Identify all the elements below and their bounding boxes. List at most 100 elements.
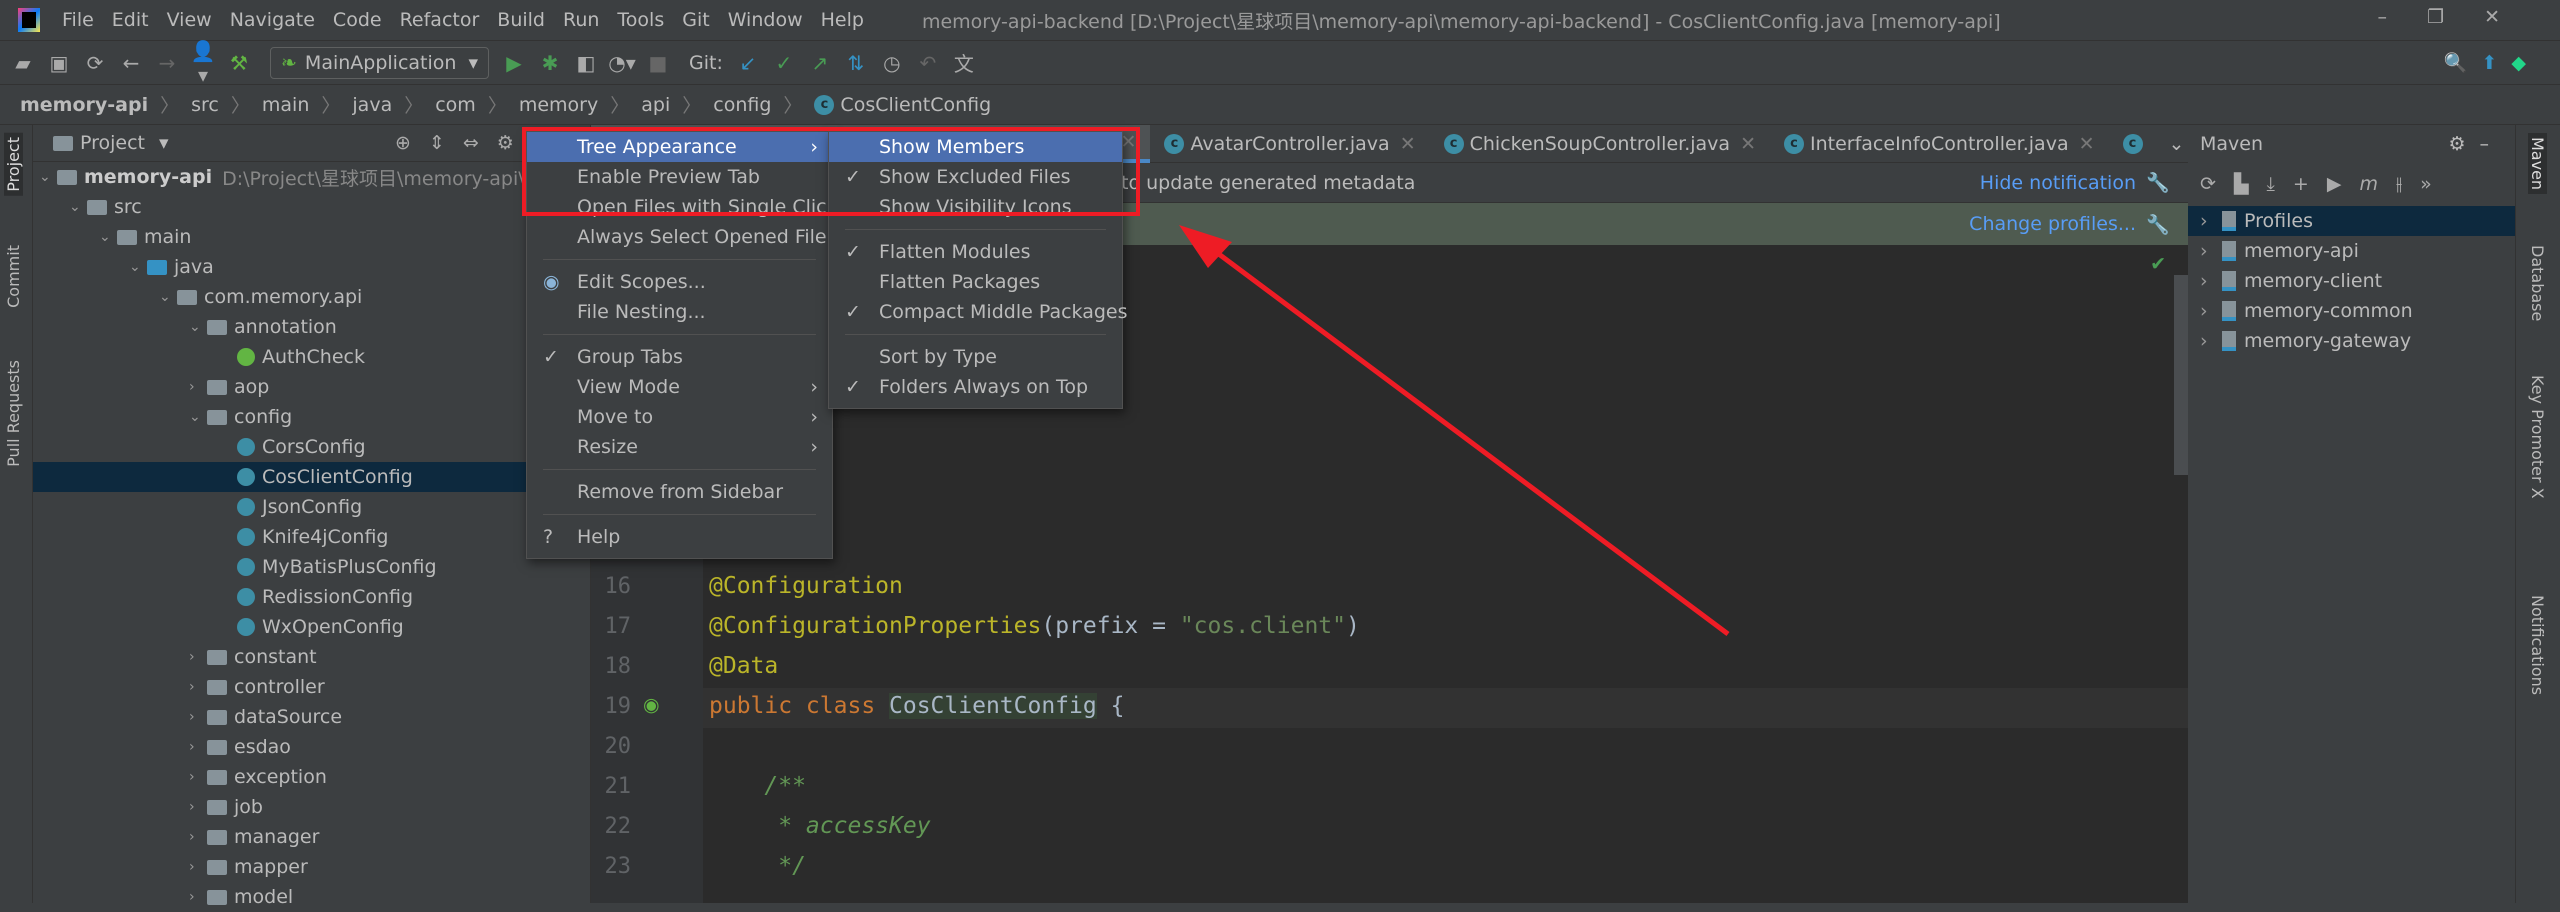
coverage-icon[interactable]: ◧ [571, 51, 601, 75]
close-icon[interactable]: ✕ [2079, 133, 2095, 155]
tree-item[interactable]: › model [33, 882, 590, 912]
menu-run[interactable]: Run [563, 9, 599, 31]
back-icon[interactable]: ← [116, 51, 146, 75]
change-profiles-link[interactable]: Change profiles... [1969, 213, 2136, 235]
tool-maven[interactable]: Maven [2528, 133, 2547, 195]
menu-item-move-to[interactable]: Move to › [527, 402, 832, 432]
tree-item[interactable]: › manager [33, 822, 590, 852]
run-icon[interactable]: ▶ [499, 51, 529, 75]
tree-item[interactable]: RedissionConfig [33, 582, 590, 612]
editor-tab[interactable]: c ChickenSoupController.java ✕ [1430, 125, 1770, 163]
chevron-down-icon[interactable]: ▾ [159, 132, 169, 154]
maven-item[interactable]: › memory-gateway [2188, 326, 2515, 356]
tool-project[interactable]: Project [4, 133, 23, 196]
menu-file[interactable]: File [62, 9, 94, 31]
chevron-down-icon[interactable]: ⌄ [2169, 133, 2185, 155]
menu-item-sort-by-type[interactable]: Sort by Type [829, 342, 1122, 372]
forward-icon[interactable]: → [152, 51, 182, 75]
tree-item[interactable]: › job [33, 792, 590, 822]
tree-item[interactable]: › dataSource [33, 702, 590, 732]
tree-item[interactable]: › aop [33, 372, 590, 402]
tree-item[interactable]: Knife4jConfig [33, 522, 590, 552]
menu-edit[interactable]: Edit [112, 9, 149, 31]
git-commit-icon[interactable]: ✓ [769, 51, 799, 75]
stop-icon[interactable]: ■ [643, 51, 673, 75]
menu-item-compact-middle-packages[interactable]: ✓ Compact Middle Packages [829, 297, 1128, 327]
maven-item[interactable]: › memory-common [2188, 296, 2515, 326]
breadcrumb-item[interactable]: api [641, 94, 670, 116]
history-icon[interactable]: ◷ [877, 51, 907, 75]
sync-icon[interactable]: ⟳ [80, 51, 110, 75]
debug-icon[interactable]: ✱ [535, 51, 565, 75]
rollback-icon[interactable]: ↶ [913, 51, 943, 75]
maven-toolbar[interactable]: ⟳▙⤓+▶ m ⫲» [2188, 162, 2515, 206]
panel-title[interactable]: Project [80, 132, 145, 154]
tree-item[interactable]: › mapper [33, 852, 590, 882]
tree-item[interactable]: MyBatisPlusConfig [33, 552, 590, 582]
breadcrumb-item[interactable]: java [352, 94, 392, 116]
breadcrumb-item[interactable]: memory-api [20, 94, 148, 116]
wrench-icon[interactable]: 🔧 [2146, 171, 2170, 194]
tool-key-promoter[interactable]: Key Promoter X [2528, 375, 2547, 499]
tree-item[interactable]: CosClientConfig [33, 462, 590, 492]
breadcrumb-item[interactable]: src [191, 94, 219, 116]
menu-code[interactable]: Code [333, 9, 382, 31]
tree-item[interactable]: WxOpenConfig [33, 612, 590, 642]
tree-item[interactable]: › controller [33, 672, 590, 702]
run-configuration-select[interactable]: ❧ MainApplication ▾ [270, 46, 489, 79]
spring-bean-icon[interactable]: ◉ [643, 694, 660, 716]
close-icon[interactable]: ✕ [1400, 133, 1416, 155]
menu-item-help[interactable]: ? Help [527, 522, 832, 552]
search-icon[interactable]: 🔍⬆◆ [2444, 51, 2540, 74]
tool-notifications[interactable]: Notifications [2528, 595, 2547, 695]
tree-item[interactable]: › exception [33, 762, 590, 792]
breadcrumb-item[interactable]: CosClientConfig [840, 94, 991, 116]
menu-item-flatten-modules[interactable]: ✓ Flatten Modules [829, 237, 1122, 267]
menu-item-flatten-packages[interactable]: Flatten Packages [829, 267, 1122, 297]
menu-item-always-select-opened-file[interactable]: Always Select Opened File [527, 222, 832, 252]
tree-item[interactable]: ⌄ config [33, 402, 590, 432]
maven-item[interactable]: › memory-client [2188, 266, 2515, 296]
editor-tab[interactable]: c InterfaceInfoController.java ✕ [1770, 125, 2109, 163]
breadcrumb-item[interactable]: memory [519, 94, 598, 116]
gear-icon[interactable]: ⚙– [2448, 133, 2503, 155]
git-merge-icon[interactable]: ⇅ [841, 51, 871, 75]
breadcrumb-item[interactable]: main [262, 94, 309, 116]
tree-item[interactable]: AuthCheck [33, 342, 590, 372]
tree-item[interactable]: › esdao [33, 732, 590, 762]
menu-item-group-tabs[interactable]: ✓ Group Tabs [527, 342, 832, 372]
menu-help[interactable]: Help [821, 9, 864, 31]
menu-refactor[interactable]: Refactor [400, 9, 480, 31]
menu-item-file-nesting[interactable]: File Nesting... [527, 297, 832, 327]
tool-database[interactable]: Database [2528, 245, 2547, 321]
tree-item[interactable]: ⌄ src [33, 192, 590, 222]
translate-icon[interactable]: 文 [949, 48, 979, 77]
menu-git[interactable]: Git [682, 9, 709, 31]
user-icon[interactable]: 👤▾ [188, 39, 218, 87]
tree-item[interactable]: › constant [33, 642, 590, 672]
menu-item-folders-always-on-top[interactable]: ✓ Folders Always on Top [829, 372, 1122, 402]
menu-window[interactable]: Window [728, 9, 803, 31]
profile-icon[interactable]: ◔▾ [607, 51, 637, 75]
wrench-icon[interactable]: 🔧 [2146, 213, 2170, 236]
close-icon[interactable]: ✕ [1740, 133, 1756, 155]
locate-icon[interactable]: ⊕⇕⇔⚙ [395, 132, 532, 154]
menu-build[interactable]: Build [497, 9, 545, 31]
open-icon[interactable]: ▰ [8, 51, 38, 75]
tool-commit[interactable]: Commit [4, 245, 23, 308]
tree-item[interactable]: ⌄ com.memory.api [33, 282, 590, 312]
save-icon[interactable]: ▣ [44, 51, 74, 75]
menu-item-edit-scopes[interactable]: ◉ Edit Scopes... [527, 267, 832, 297]
menu-item-remove-from-sidebar[interactable]: Remove from Sidebar [527, 477, 832, 507]
hide-notification-link[interactable]: Hide notification [1980, 172, 2136, 194]
menu-item-resize[interactable]: Resize › [527, 432, 832, 462]
menu-item-view-mode[interactable]: View Mode › [527, 372, 832, 402]
breadcrumb-item[interactable]: com [435, 94, 476, 116]
menu-view[interactable]: View [167, 9, 212, 31]
tree-item[interactable]: ⌄ java [33, 252, 590, 282]
tool-pull-requests[interactable]: Pull Requests [4, 360, 23, 467]
menu-tools[interactable]: Tools [617, 9, 664, 31]
tree-item[interactable]: CorsConfig [33, 432, 590, 462]
maven-item[interactable]: › Profiles [2188, 206, 2515, 236]
maven-item[interactable]: › memory-api [2188, 236, 2515, 266]
